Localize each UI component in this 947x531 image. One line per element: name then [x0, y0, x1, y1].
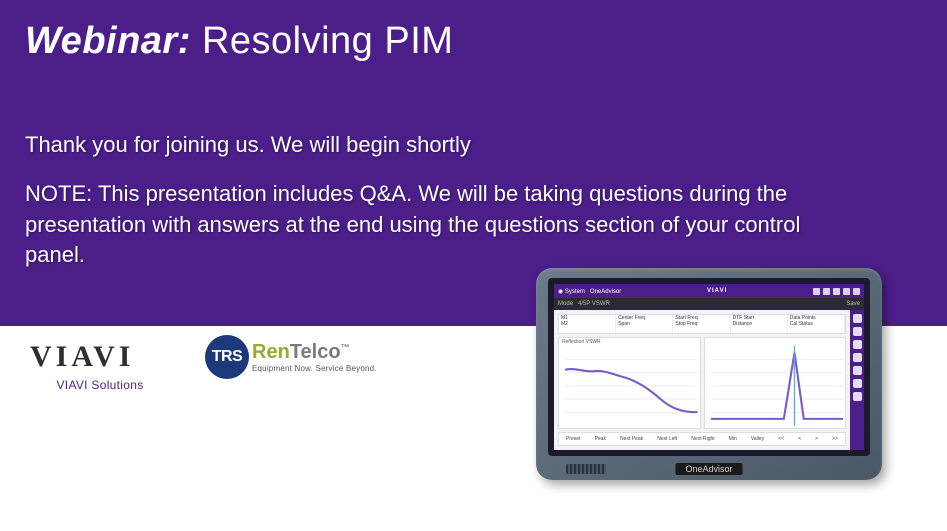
- toolbar-icon: [853, 392, 862, 401]
- param-cell: DTF StartDistance: [731, 315, 788, 333]
- device-speaker-grill-icon: [566, 464, 606, 474]
- device-charts: Reflection VSWR: [558, 337, 846, 429]
- trs-tagline: Equipment Now. Service Beyond.: [252, 364, 377, 373]
- device-body: M1M2 Center FreqSpan Start FreqStop Freq…: [554, 310, 864, 450]
- bottom-btn: >>: [832, 436, 838, 442]
- device-mode-label: Mode 4/5P VSWR: [558, 301, 610, 307]
- trs-text-block: RenTelco™ Equipment Now. Service Beyond.: [252, 341, 377, 373]
- status-icon: [853, 288, 860, 295]
- trs-main-line: RenTelco™: [252, 341, 377, 364]
- slide-title: Webinar: Resolving PIM: [25, 20, 453, 63]
- bottom-btn: Next Left: [657, 436, 677, 442]
- toolbar-icon: [853, 353, 862, 362]
- bottom-btn: <<: [778, 436, 784, 442]
- bottom-btn: Next Right: [691, 436, 714, 442]
- toolbar-icon: [853, 379, 862, 388]
- param-cell: M1M2: [559, 315, 616, 333]
- webinar-slide: Webinar: Resolving PIM Thank you for joi…: [0, 0, 947, 531]
- viavi-subtitle: VIAVI Solutions: [30, 378, 170, 392]
- toolbar-icon: [853, 340, 862, 349]
- bottom-btn: >: [815, 436, 818, 442]
- chart-right-svg: [711, 346, 844, 426]
- bottom-btn: Min: [729, 436, 737, 442]
- toolbar-icon: [853, 327, 862, 336]
- note-text: NOTE: This presentation includes Q&A. We…: [25, 179, 805, 271]
- trs-tm: ™: [341, 342, 350, 352]
- title-main: Resolving PIM: [202, 20, 453, 62]
- status-icon: [843, 288, 850, 295]
- viavi-logo: VIAVI VIAVI Solutions: [30, 340, 170, 392]
- chart-left-svg: [565, 346, 698, 426]
- param-cell: Center FreqSpan: [616, 315, 673, 333]
- device-topbar: ◉ System OneAdvisor VIAVI: [554, 284, 864, 298]
- status-icon: [823, 288, 830, 295]
- device-param-grid: M1M2 Center FreqSpan Start FreqStop Freq…: [558, 314, 846, 334]
- device-model-label: OneAdvisor: [675, 463, 742, 475]
- bottom-btn: <: [798, 436, 801, 442]
- device-topbar-left: ◉ System OneAdvisor: [558, 288, 621, 295]
- param-cell: Start FreqStop Freq: [673, 315, 730, 333]
- status-icon: [813, 288, 820, 295]
- trs-ren: Ren: [252, 341, 290, 363]
- param-cell: Data PointsCal Status: [788, 315, 845, 333]
- device-brand: VIAVI: [707, 288, 727, 294]
- device-screen: ◉ System OneAdvisor VIAVI Mode 4/5P VSWR…: [548, 278, 870, 456]
- device-chart-left: Reflection VSWR: [558, 337, 701, 429]
- intro-text: Thank you for joining us. We will begin …: [25, 130, 805, 161]
- toolbar-icon: [853, 314, 862, 323]
- device-bottom-toolbar: Preset Peak Next Peak Next Left Next Rig…: [558, 432, 846, 446]
- viavi-wordmark: VIAVI: [30, 340, 170, 374]
- device-save-label: Save: [846, 301, 860, 307]
- trs-circle-icon: TRS: [205, 335, 249, 379]
- device-chart-right: [704, 337, 847, 429]
- title-prefix: Webinar:: [25, 20, 191, 62]
- bottom-btn: Peak: [595, 436, 606, 442]
- bottom-btn: Next Peak: [620, 436, 643, 442]
- bottom-btn: Preset: [566, 436, 580, 442]
- device-main-area: M1M2 Center FreqSpan Start FreqStop Freq…: [554, 310, 850, 450]
- bottom-btn: Valley: [751, 436, 764, 442]
- slide-body: Thank you for joining us. We will begin …: [25, 130, 805, 289]
- toolbar-icon: [853, 366, 862, 375]
- oneadvisor-device: ◉ System OneAdvisor VIAVI Mode 4/5P VSWR…: [536, 268, 882, 480]
- device-subheader: Mode 4/5P VSWR Save: [554, 298, 864, 310]
- trs-telco: Telco: [290, 341, 341, 363]
- device-right-toolbar: [850, 310, 864, 450]
- chart-left-title: Reflection VSWR: [562, 339, 601, 345]
- device-status-icons: [813, 288, 860, 295]
- status-icon: [833, 288, 840, 295]
- trs-rentelco-logo: TRS RenTelco™ Equipment Now. Service Bey…: [205, 335, 377, 379]
